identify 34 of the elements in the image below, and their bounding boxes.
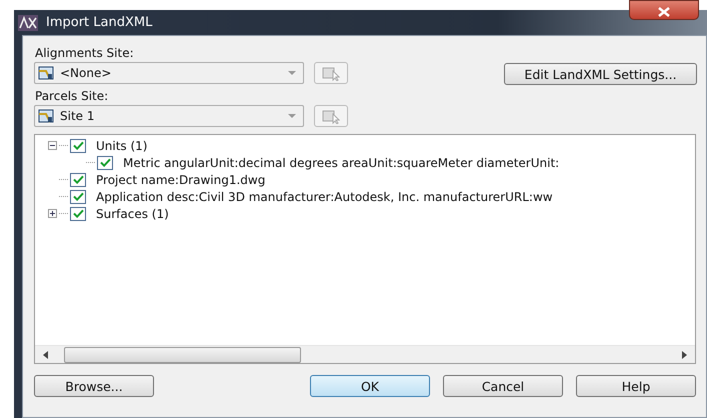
site-icon [38, 108, 54, 124]
field-label: Parcels Site: [35, 89, 110, 103]
field-label: Alignments Site: [35, 46, 135, 60]
scroll-right-icon[interactable] [682, 350, 687, 358]
tree-item-label[interactable]: Application desc:Civil 3D manufacturer:Autodesk, Inc. manufacturerURL:ww [96, 190, 553, 204]
dialog-button[interactable]: Help [576, 375, 696, 397]
pointer-icon [322, 108, 340, 124]
checkbox[interactable] [70, 138, 86, 152]
tree-item-label[interactable]: Surfaces (1) [96, 206, 169, 220]
tree-item-label[interactable]: Units (1) [96, 138, 148, 152]
caret-icon [288, 71, 296, 75]
horizontal-scrollbar[interactable] [35, 345, 695, 363]
checkbox[interactable] [70, 190, 86, 204]
tree-item-label[interactable]: Metric angularUnit:decimal degrees areaUnit:squareMeter diameterUnit: [123, 156, 560, 170]
scroll-left-icon[interactable] [43, 350, 48, 358]
site-dropdown[interactable]: Site 1 [34, 105, 304, 127]
dialog-button[interactable]: Cancel [443, 375, 563, 397]
checkbox[interactable] [97, 156, 113, 170]
expand-toggle[interactable] [48, 209, 57, 218]
app-logo-icon [18, 14, 38, 30]
edit-settings-button[interactable]: Edit LandXML Settings... [504, 63, 697, 85]
dialog-button[interactable]: Browse... [34, 375, 154, 397]
site-dropdown[interactable]: <None> [34, 62, 304, 84]
caret-icon [288, 114, 296, 118]
window-title: Import LandXML [46, 15, 152, 30]
tree-item-label[interactable]: Project name:Drawing1.dwg [96, 172, 266, 186]
site-icon [38, 65, 54, 81]
checkbox[interactable] [70, 172, 86, 186]
collapse-toggle[interactable] [48, 141, 57, 150]
dialog-button[interactable]: OK [310, 375, 430, 397]
close-button[interactable] [629, 0, 699, 20]
close-icon [658, 7, 670, 17]
pointer-icon [322, 65, 340, 81]
checkbox[interactable] [70, 206, 86, 220]
